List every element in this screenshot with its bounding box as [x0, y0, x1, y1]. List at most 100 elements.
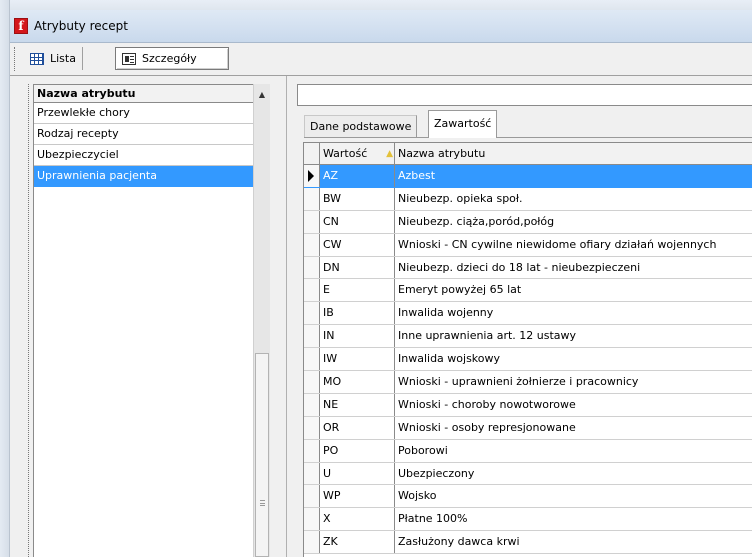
row-indicator: [304, 325, 320, 348]
cell-code[interactable]: U: [320, 462, 395, 485]
row-indicator: [304, 531, 320, 554]
table-row[interactable]: IW Inwalida wojskowy: [304, 348, 752, 372]
cell-code[interactable]: OR: [320, 416, 395, 439]
cell-name[interactable]: Płatne 100%: [395, 508, 752, 530]
cell-name[interactable]: Zasłużony dawca krwi: [395, 531, 752, 553]
attribute-row[interactable]: Rodzaj recepty: [34, 124, 266, 145]
cell-name[interactable]: Inwalida wojenny: [395, 302, 752, 324]
cell-name[interactable]: Ubezpieczony: [395, 463, 752, 485]
row-indicator: [304, 371, 320, 393]
row-indicator: [304, 256, 320, 279]
cell-code[interactable]: E: [320, 279, 395, 302]
window-title: Atrybuty recept: [34, 19, 128, 33]
cell-code[interactable]: WP: [320, 485, 395, 508]
filter-input[interactable]: [297, 84, 752, 106]
panel-splitter[interactable]: [270, 76, 287, 557]
grid-icon: [30, 52, 44, 65]
cell-name[interactable]: Wnioski - osoby represjonowane: [395, 417, 752, 439]
cell-code[interactable]: AZ: [320, 165, 395, 187]
table-row[interactable]: IB Inwalida wojenny: [304, 302, 752, 326]
table-row[interactable]: NE Wnioski - choroby nowotworowe: [304, 393, 752, 417]
lista-button[interactable]: Lista: [24, 47, 83, 70]
window-left-edge: [0, 0, 10, 557]
lista-label: Lista: [50, 52, 76, 65]
cell-code[interactable]: MO: [320, 371, 395, 393]
table-row[interactable]: AZ Azbest: [304, 165, 752, 188]
row-indicator: [304, 439, 320, 462]
table-row[interactable]: CN Nieubezp. ciąża,poród,połóg: [304, 210, 752, 234]
current-row-icon: [308, 170, 314, 182]
cell-name[interactable]: Wnioski - CN cywilne niewidome ofiary dz…: [395, 234, 752, 256]
toolbar-grip[interactable]: [14, 47, 17, 71]
attribute-row[interactable]: Ubezpieczyciel: [34, 145, 266, 166]
table-row[interactable]: MO Wnioski - uprawnieni żołnierze i prac…: [304, 371, 752, 394]
cell-code[interactable]: DN: [320, 256, 395, 279]
attributes-scrollbar[interactable]: ▲: [253, 84, 270, 557]
toolbar: Lista Szczegóły: [10, 43, 752, 76]
cell-code[interactable]: X: [320, 508, 395, 531]
attributes-header[interactable]: Nazwa atrybutu ▲: [34, 85, 269, 103]
cell-name[interactable]: Inwalida wojskowy: [395, 348, 752, 370]
values-header-row: Wartość ▲ Nazwa atrybutu: [304, 143, 752, 165]
panel-grip[interactable]: [28, 84, 31, 557]
szczegoly-label: Szczegóły: [142, 52, 197, 65]
table-row[interactable]: BW Nieubezp. opieka społ.: [304, 187, 752, 211]
row-indicator: [304, 165, 320, 187]
row-indicator: [304, 279, 320, 302]
table-row[interactable]: U Ubezpieczony: [304, 462, 752, 486]
cell-code[interactable]: PO: [320, 439, 395, 462]
row-indicator: [304, 462, 320, 485]
attributes-header-label: Nazwa atrybutu: [37, 87, 136, 100]
cell-code[interactable]: NE: [320, 393, 395, 416]
attribute-row-selected[interactable]: Uprawnienia pacjenta: [34, 166, 266, 187]
row-indicator: [304, 348, 320, 371]
scrollbar-thumb[interactable]: [255, 353, 269, 557]
tab-zawartosc[interactable]: Zawartość: [428, 110, 498, 138]
cell-name[interactable]: Nieubezp. dzieci do 18 lat - nieubezpiec…: [395, 257, 752, 279]
tab-divider: [304, 137, 752, 138]
cell-code[interactable]: IN: [320, 325, 395, 348]
row-indicator: [304, 210, 320, 233]
row-indicator: [304, 233, 320, 256]
attribute-row[interactable]: Przewlekłe chory: [34, 103, 266, 124]
cell-code[interactable]: IW: [320, 348, 395, 371]
cell-name[interactable]: Wnioski - uprawnieni żołnierze i pracown…: [395, 371, 752, 393]
table-row[interactable]: WP Wojsko: [304, 485, 752, 509]
cell-code[interactable]: BW: [320, 187, 395, 210]
app-icon: f: [14, 18, 28, 34]
szczegoly-button[interactable]: Szczegóły: [115, 47, 229, 70]
table-row[interactable]: OR Wnioski - osoby represjonowane: [304, 416, 752, 440]
table-row[interactable]: IN Inne uprawnienia art. 12 ustawy: [304, 325, 752, 349]
table-row[interactable]: CW Wnioski - CN cywilne niewidome ofiary…: [304, 233, 752, 257]
cell-name[interactable]: Inne uprawnienia art. 12 ustawy: [395, 325, 752, 347]
cell-code[interactable]: CN: [320, 210, 395, 233]
title-bar[interactable]: f Atrybuty recept: [10, 10, 752, 43]
table-row[interactable]: PO Poborowi: [304, 439, 752, 463]
tab-dane-podstawowe[interactable]: Dane podstawowe: [304, 115, 418, 138]
values-grid: Wartość ▲ Nazwa atrybutu AZ Azbest BW Ni…: [303, 142, 752, 557]
cell-name[interactable]: Nieubezp. ciąża,poród,połóg: [395, 211, 752, 233]
row-indicator: [304, 393, 320, 416]
thumb-grip-icon: [260, 500, 265, 506]
table-row[interactable]: X Płatne 100%: [304, 508, 752, 532]
cell-name[interactable]: Poborowi: [395, 440, 752, 462]
window-top-edge: [0, 0, 752, 10]
column-header-wartosc[interactable]: Wartość ▲: [320, 143, 395, 164]
table-row[interactable]: E Emeryt powyżej 65 lat: [304, 279, 752, 303]
cell-name[interactable]: Azbest: [395, 165, 752, 187]
attributes-grid: Nazwa atrybutu ▲ Przewlekłe chory Rodzaj…: [33, 84, 269, 557]
cell-code[interactable]: ZK: [320, 531, 395, 554]
cell-name[interactable]: Wojsko: [395, 485, 752, 507]
cell-name[interactable]: Emeryt powyżej 65 lat: [395, 279, 752, 301]
scroll-up-icon[interactable]: ▲: [254, 86, 270, 102]
column-header-wartosc-label: Wartość: [323, 147, 368, 160]
table-row[interactable]: ZK Zasłużony dawca krwi: [304, 531, 752, 555]
cell-name[interactable]: Nieubezp. opieka społ.: [395, 188, 752, 210]
table-row[interactable]: DN Nieubezp. dzieci do 18 lat - nieubezp…: [304, 256, 752, 280]
sort-ascending-icon: ▲: [386, 149, 393, 159]
form-icon: [122, 52, 136, 65]
cell-code[interactable]: IB: [320, 302, 395, 325]
cell-code[interactable]: CW: [320, 233, 395, 256]
column-header-nazwa[interactable]: Nazwa atrybutu: [395, 143, 752, 164]
cell-name[interactable]: Wnioski - choroby nowotworowe: [395, 394, 752, 416]
